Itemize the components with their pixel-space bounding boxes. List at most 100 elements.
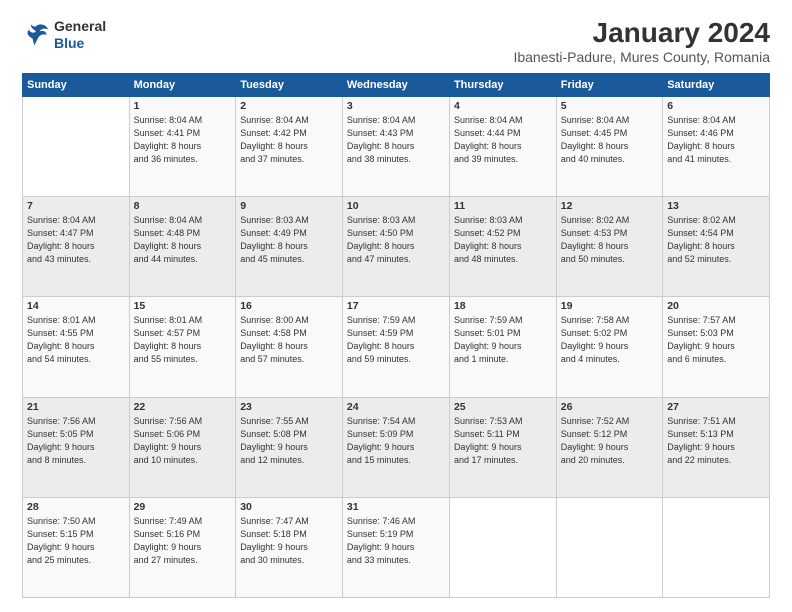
day-info: Sunrise: 8:04 AMSunset: 4:47 PMDaylight:… <box>27 214 125 266</box>
day-number: 10 <box>347 200 445 212</box>
day-number: 23 <box>240 401 338 413</box>
day-info: Sunrise: 7:50 AMSunset: 5:15 PMDaylight:… <box>27 515 125 567</box>
day-cell: 15 Sunrise: 8:01 AMSunset: 4:57 PMDayligh… <box>129 297 236 397</box>
day-number: 30 <box>240 501 338 513</box>
logo-icon <box>22 21 50 49</box>
day-info: Sunrise: 7:56 AMSunset: 5:05 PMDaylight:… <box>27 415 125 467</box>
day-info: Sunrise: 7:59 AMSunset: 5:01 PMDaylight:… <box>454 314 552 366</box>
day-cell: 12 Sunrise: 8:02 AMSunset: 4:53 PMDayligh… <box>556 197 662 297</box>
col-thursday: Thursday <box>449 73 556 96</box>
day-info: Sunrise: 8:03 AMSunset: 4:49 PMDaylight:… <box>240 214 338 266</box>
day-info: Sunrise: 7:55 AMSunset: 5:08 PMDaylight:… <box>240 415 338 467</box>
day-cell: 9 Sunrise: 8:03 AMSunset: 4:49 PMDaylight… <box>236 197 343 297</box>
day-cell: 14 Sunrise: 8:01 AMSunset: 4:55 PMDayligh… <box>23 297 130 397</box>
day-info: Sunrise: 7:59 AMSunset: 4:59 PMDaylight:… <box>347 314 445 366</box>
main-title: January 2024 <box>513 18 770 49</box>
day-info: Sunrise: 7:47 AMSunset: 5:18 PMDaylight:… <box>240 515 338 567</box>
day-number: 7 <box>27 200 125 212</box>
day-cell: 2Sunrise: 8:04 AMSunset: 4:42 PMDaylight… <box>236 96 343 196</box>
day-cell <box>23 96 130 196</box>
day-cell: 11Sunrise: 8:03 AMSunset: 4:52 PMDayligh… <box>449 197 556 297</box>
day-number: 26 <box>561 401 658 413</box>
day-info: Sunrise: 8:02 AMSunset: 4:53 PMDaylight:… <box>561 214 658 266</box>
day-number: 16 <box>240 300 338 312</box>
day-number: 15 <box>134 300 232 312</box>
day-number: 20 <box>667 300 765 312</box>
day-number: 2 <box>240 100 338 112</box>
day-number: 21 <box>27 401 125 413</box>
day-cell: 13 Sunrise: 8:02 AMSunset: 4:54 PMDayligh… <box>663 197 770 297</box>
day-cell: 5Sunrise: 8:04 AMSunset: 4:45 PMDaylight… <box>556 96 662 196</box>
day-info: Sunrise: 7:53 AMSunset: 5:11 PMDaylight:… <box>454 415 552 467</box>
week-row-3: 14 Sunrise: 8:01 AMSunset: 4:55 PMDayligh… <box>23 297 770 397</box>
header: General Blue January 2024 Ibanesti-Padur… <box>22 18 770 65</box>
day-cell: 4 Sunrise: 8:04 AMSunset: 4:44 PMDaylight… <box>449 96 556 196</box>
day-info: Sunrise: 7:51 AMSunset: 5:13 PMDaylight:… <box>667 415 765 467</box>
day-cell: 8 Sunrise: 8:04 AMSunset: 4:48 PMDaylight… <box>129 197 236 297</box>
day-number: 31 <box>347 501 445 513</box>
day-number: 18 <box>454 300 552 312</box>
day-number: 6 <box>667 100 765 112</box>
day-cell: 7 Sunrise: 8:04 AMSunset: 4:47 PMDaylight… <box>23 197 130 297</box>
day-cell <box>449 497 556 597</box>
day-cell: 29 Sunrise: 7:49 AMSunset: 5:16 PMDayligh… <box>129 497 236 597</box>
calendar-body: 1Sunrise: 8:04 AMSunset: 4:41 PMDaylight… <box>23 96 770 597</box>
day-cell: 28Sunrise: 7:50 AMSunset: 5:15 PMDayligh… <box>23 497 130 597</box>
day-info: Sunrise: 8:01 AMSunset: 4:55 PMDaylight:… <box>27 314 125 366</box>
day-cell: 17 Sunrise: 7:59 AMSunset: 4:59 PMDayligh… <box>342 297 449 397</box>
day-cell: 19Sunrise: 7:58 AMSunset: 5:02 PMDayligh… <box>556 297 662 397</box>
logo-text: General Blue <box>54 18 106 52</box>
week-row-5: 28Sunrise: 7:50 AMSunset: 5:15 PMDayligh… <box>23 497 770 597</box>
day-info: Sunrise: 7:49 AMSunset: 5:16 PMDaylight:… <box>134 515 232 567</box>
day-info: Sunrise: 8:04 AMSunset: 4:45 PMDaylight:… <box>561 114 658 166</box>
day-number: 4 <box>454 100 552 112</box>
day-info: Sunrise: 7:46 AMSunset: 5:19 PMDaylight:… <box>347 515 445 567</box>
day-number: 14 <box>27 300 125 312</box>
subtitle: Ibanesti-Padure, Mures County, Romania <box>513 49 770 65</box>
title-block: January 2024 Ibanesti-Padure, Mures Coun… <box>513 18 770 65</box>
day-info: Sunrise: 8:00 AMSunset: 4:58 PMDaylight:… <box>240 314 338 366</box>
day-number: 27 <box>667 401 765 413</box>
calendar-header: Sunday Monday Tuesday Wednesday Thursday… <box>23 73 770 96</box>
day-cell: 27 Sunrise: 7:51 AMSunset: 5:13 PMDayligh… <box>663 397 770 497</box>
day-cell: 18 Sunrise: 7:59 AMSunset: 5:01 PMDayligh… <box>449 297 556 397</box>
week-row-4: 21 Sunrise: 7:56 AMSunset: 5:05 PMDayligh… <box>23 397 770 497</box>
day-cell: 25Sunrise: 7:53 AMSunset: 5:11 PMDayligh… <box>449 397 556 497</box>
day-number: 11 <box>454 200 552 212</box>
day-info: Sunrise: 7:56 AMSunset: 5:06 PMDaylight:… <box>134 415 232 467</box>
day-cell: 3 Sunrise: 8:04 AMSunset: 4:43 PMDaylight… <box>342 96 449 196</box>
logo-blue: Blue <box>54 35 106 52</box>
col-friday: Friday <box>556 73 662 96</box>
day-number: 29 <box>134 501 232 513</box>
day-number: 9 <box>240 200 338 212</box>
day-cell: 21 Sunrise: 7:56 AMSunset: 5:05 PMDayligh… <box>23 397 130 497</box>
day-cell: 31 Sunrise: 7:46 AMSunset: 5:19 PMDayligh… <box>342 497 449 597</box>
col-tuesday: Tuesday <box>236 73 343 96</box>
day-cell: 20 Sunrise: 7:57 AMSunset: 5:03 PMDayligh… <box>663 297 770 397</box>
day-number: 12 <box>561 200 658 212</box>
col-wednesday: Wednesday <box>342 73 449 96</box>
col-monday: Monday <box>129 73 236 96</box>
day-info: Sunrise: 8:04 AMSunset: 4:44 PMDaylight:… <box>454 114 552 166</box>
week-row-2: 7 Sunrise: 8:04 AMSunset: 4:47 PMDaylight… <box>23 197 770 297</box>
day-info: Sunrise: 8:04 AMSunset: 4:43 PMDaylight:… <box>347 114 445 166</box>
day-info: Sunrise: 8:01 AMSunset: 4:57 PMDaylight:… <box>134 314 232 366</box>
day-number: 17 <box>347 300 445 312</box>
day-info: Sunrise: 8:04 AMSunset: 4:48 PMDaylight:… <box>134 214 232 266</box>
day-info: Sunrise: 8:03 AMSunset: 4:50 PMDaylight:… <box>347 214 445 266</box>
day-number: 8 <box>134 200 232 212</box>
day-cell: 6Sunrise: 8:04 AMSunset: 4:46 PMDaylight… <box>663 96 770 196</box>
day-number: 3 <box>347 100 445 112</box>
day-info: Sunrise: 8:02 AMSunset: 4:54 PMDaylight:… <box>667 214 765 266</box>
day-number: 13 <box>667 200 765 212</box>
logo: General Blue <box>22 18 106 52</box>
day-cell: 23 Sunrise: 7:55 AMSunset: 5:08 PMDayligh… <box>236 397 343 497</box>
day-info: Sunrise: 8:04 AMSunset: 4:41 PMDaylight:… <box>134 114 232 166</box>
day-info: Sunrise: 7:57 AMSunset: 5:03 PMDaylight:… <box>667 314 765 366</box>
day-number: 22 <box>134 401 232 413</box>
header-row: Sunday Monday Tuesday Wednesday Thursday… <box>23 73 770 96</box>
day-number: 19 <box>561 300 658 312</box>
day-cell <box>556 497 662 597</box>
week-row-1: 1Sunrise: 8:04 AMSunset: 4:41 PMDaylight… <box>23 96 770 196</box>
day-cell <box>663 497 770 597</box>
